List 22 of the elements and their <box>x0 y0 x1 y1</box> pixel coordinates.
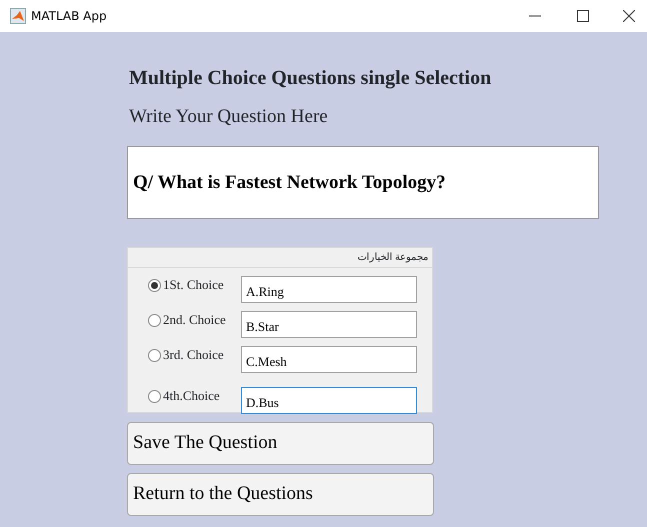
answer-field[interactable]: C.Mesh <box>241 346 417 373</box>
maximize-icon[interactable] <box>577 10 589 22</box>
radio-button[interactable] <box>148 279 161 292</box>
radio-button[interactable] <box>148 314 161 327</box>
choice-label: 1St. Choice <box>163 276 225 294</box>
action-button[interactable]: Save The Question <box>127 422 434 465</box>
radio-button[interactable] <box>148 390 161 403</box>
window-title: MATLAB App <box>31 8 107 25</box>
question-field[interactable]: Q/ What is Fastest Network Topology? <box>127 146 599 219</box>
choice-label: 2nd. Choice <box>163 311 227 329</box>
answer-field[interactable]: D.Bus <box>241 387 417 414</box>
action-button[interactable]: Return to the Questions <box>127 473 434 516</box>
close-icon[interactable] <box>623 10 635 22</box>
answer-field[interactable]: B.Star <box>241 311 417 338</box>
answer-field[interactable]: A.Ring <box>241 276 417 303</box>
radio-button[interactable] <box>148 349 161 362</box>
panel-title: مجموعة الخيارات <box>358 251 428 265</box>
choice-label: 3rd. Choice <box>163 346 225 364</box>
choice-label: 4th.Choice <box>163 387 221 405</box>
app-icon <box>10 8 26 24</box>
subheading: Write Your Question Here <box>129 105 329 129</box>
heading: Multiple Choice Questions single Selection <box>129 66 492 91</box>
